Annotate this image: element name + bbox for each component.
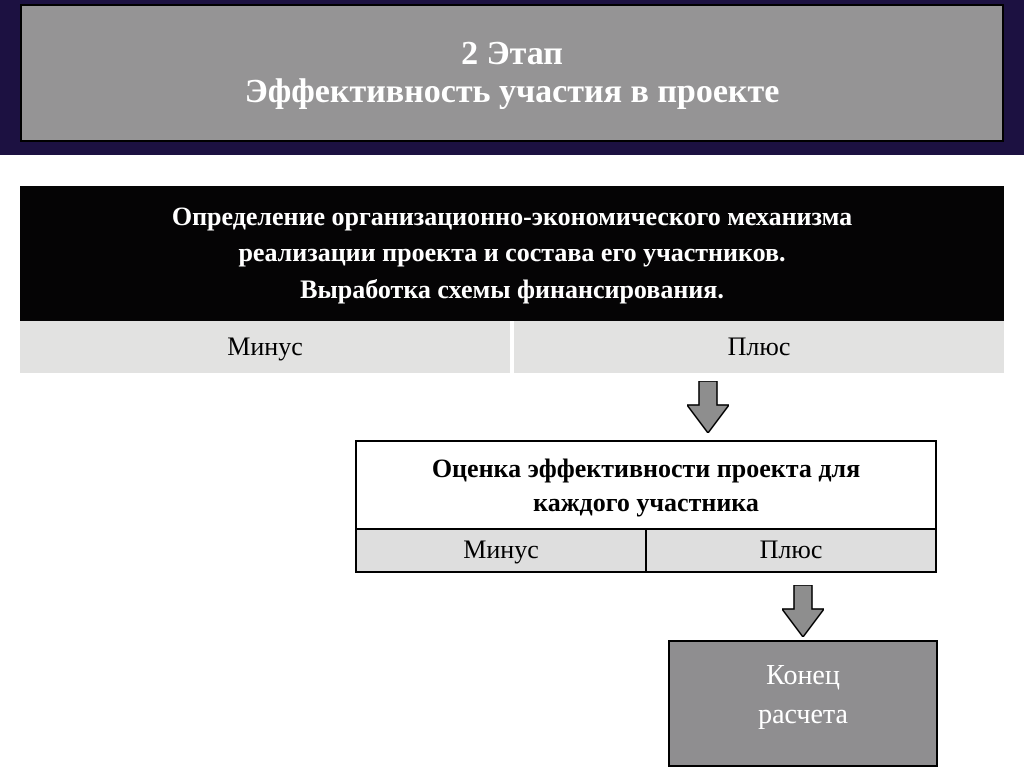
evaluation-title-line-1: Оценка эффективности проекта для xyxy=(377,452,915,486)
evaluation-minus: Минус xyxy=(357,530,645,571)
end-box: Конец расчета xyxy=(668,640,938,767)
decision-row-1: Минус Плюс xyxy=(20,321,1004,373)
evaluation-box: Оценка эффективности проекта для каждого… xyxy=(355,440,937,573)
end-line-2: расчета xyxy=(758,695,848,734)
evaluation-decision-row: Минус Плюс xyxy=(357,530,935,571)
title-line-1: 2 Этап xyxy=(461,35,563,73)
slide-title-box: 2 Этап Эффективность участия в проекте xyxy=(20,4,1004,142)
description-line-1: Определение организационно-экономическог… xyxy=(172,199,852,235)
evaluation-title-line-2: каждого участника xyxy=(377,486,915,520)
decision1-minus: Минус xyxy=(20,321,510,373)
description-line-2: реализации проекта и состава его участни… xyxy=(238,235,785,271)
arrow-down-2-icon xyxy=(782,585,824,637)
decision1-plus: Плюс xyxy=(514,321,1004,373)
evaluation-plus: Плюс xyxy=(647,530,935,571)
title-line-2: Эффективность участия в проекте xyxy=(245,73,780,111)
header-band: 2 Этап Эффективность участия в проекте xyxy=(0,0,1024,155)
description-line-3: Выработка схемы финансирования. xyxy=(300,272,724,308)
arrow-down-1-icon xyxy=(687,381,729,433)
end-line-1: Конец xyxy=(766,656,840,695)
description-box: Определение организационно-экономическог… xyxy=(20,186,1004,321)
evaluation-title: Оценка эффективности проекта для каждого… xyxy=(357,442,935,530)
